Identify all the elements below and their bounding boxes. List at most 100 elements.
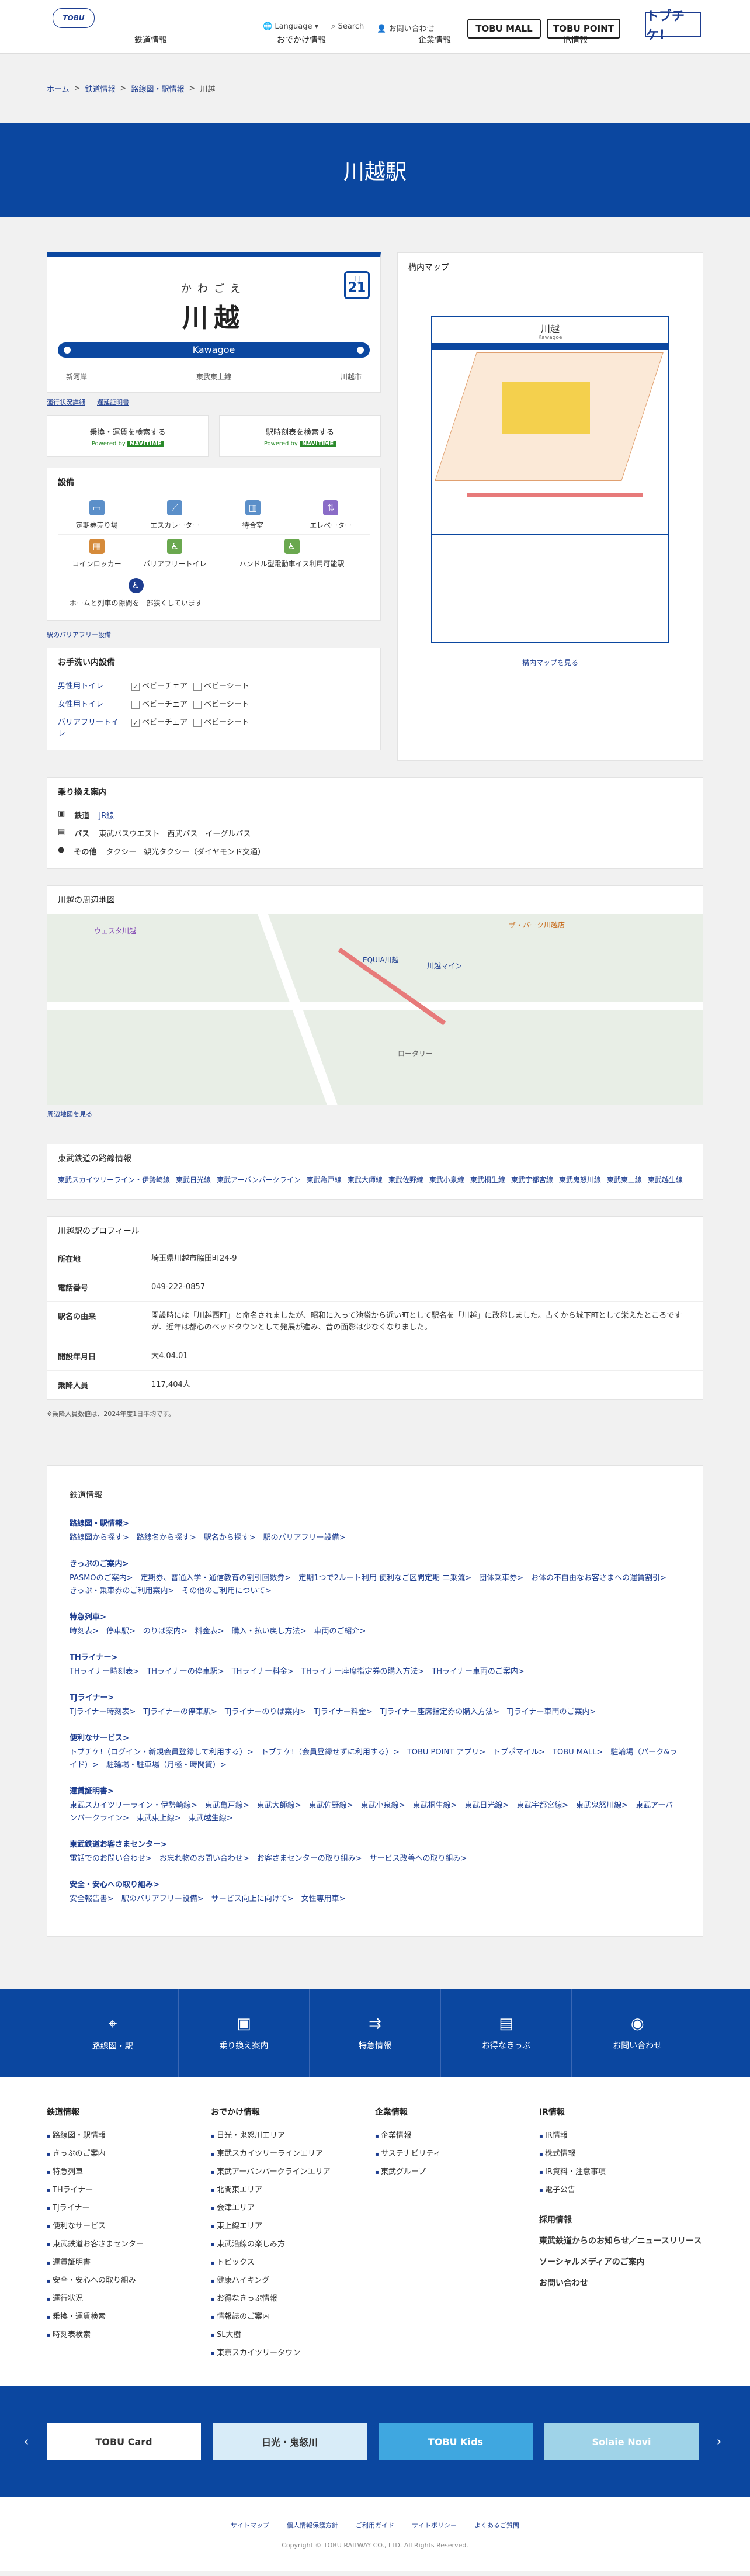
footer-link[interactable]: 東武アーバンパークラインエリア	[211, 2163, 375, 2182]
footer-link[interactable]: 東武スカイツリーラインエリア	[211, 2145, 375, 2163]
sitemap-group-heading[interactable]: THライナー>	[70, 1651, 680, 1662]
sitemap-group-links[interactable]: THライナー時刻表> THライナーの停車駅> THライナー料金> THライナー座…	[70, 1666, 680, 1678]
sitemap-group-heading[interactable]: 東武鉄道お客さまセンター>	[70, 1838, 680, 1849]
footer-link[interactable]: 東武グループ	[375, 2163, 539, 2182]
footer-link[interactable]: 便利なサービス	[47, 2218, 211, 2236]
quick-nav-express[interactable]: ⇉ 特急情報	[309, 1989, 440, 2077]
footer-link[interactable]: 株式情報	[539, 2145, 703, 2163]
footer-link[interactable]: 乗換・運賃検索	[47, 2308, 211, 2326]
sitemap-group-links[interactable]: 時刻表> 停車駅> のりば案内> 料金表> 購入・払い戻し方法> 車両のご紹介>	[70, 1625, 680, 1638]
route-search-button[interactable]: 乗換・運賃を検索する Powered by NAVITIME	[47, 415, 209, 457]
footer-link[interactable]: 路線図・駅情報	[47, 2127, 211, 2145]
footer-link[interactable]: 時刻表検索	[47, 2326, 211, 2345]
footer-link[interactable]: 運賃証明書	[47, 2254, 211, 2272]
contact-link[interactable]: 👤 お問い合わせ	[377, 22, 434, 33]
footer-faq[interactable]: よくあるご質問	[474, 2520, 519, 2530]
banner-tobu-kids[interactable]: TOBU Kids	[379, 2423, 533, 2460]
station-yard-map[interactable]: 川越 Kawagoe	[431, 316, 669, 643]
operation-status-link[interactable]: 運行状況詳細	[47, 397, 85, 407]
route-line-link[interactable]: 東武大師線	[348, 1176, 383, 1184]
banner-nikko[interactable]: 日光・鬼怒川	[213, 2423, 367, 2460]
tobu-point-button[interactable]: TOBU POINT	[547, 19, 620, 39]
route-line-link[interactable]: 東武東上線	[607, 1176, 642, 1184]
language-selector[interactable]: 🌐 Language ▾	[263, 22, 318, 33]
route-line-link[interactable]: 東武越生線	[648, 1176, 683, 1184]
carousel-prev-icon[interactable]: ‹	[18, 2435, 35, 2449]
nav-corporate[interactable]: 企業情報	[418, 34, 451, 46]
footer-link[interactable]: 会津エリア	[211, 2200, 375, 2218]
banner-tobu-card[interactable]: TOBU Card	[47, 2423, 201, 2460]
footer-column-heading[interactable]: 企業情報	[375, 2106, 539, 2118]
route-line-link[interactable]: 東武スカイツリーライン・伊勢崎線	[58, 1176, 170, 1184]
footer-feature-link[interactable]: 東武鉄道からのお知らせ／ニュースリリース	[539, 2235, 703, 2248]
taxi-links[interactable]: タクシー 観光タクシー（ダイヤモンド交通）	[106, 846, 265, 857]
quick-nav-transfer[interactable]: ▣ 乗り換え案内	[178, 1989, 310, 2077]
route-line-link[interactable]: 東武日光線	[176, 1176, 211, 1184]
nav-outing[interactable]: おでかけ情報	[277, 34, 326, 46]
sitemap-group-heading[interactable]: きっぷのご案内>	[70, 1557, 680, 1569]
carousel-next-icon[interactable]: ›	[710, 2435, 728, 2449]
footer-link[interactable]: 情報誌のご案内	[211, 2308, 375, 2326]
quick-nav-contact[interactable]: ◉ お問い合わせ	[571, 1989, 703, 2077]
route-line-link[interactable]: 東武アーバンパークライン	[217, 1176, 301, 1184]
search-link[interactable]: ⌕ Search	[331, 22, 364, 33]
sitemap-group-links[interactable]: 東武スカイツリーライン・伊勢崎線> 東武亀戸線> 東武大師線> 東武佐野線> 東…	[70, 1799, 680, 1825]
delay-certificate-link[interactable]: 遅延証明書	[97, 397, 129, 407]
footer-privacy[interactable]: 個人情報保護方針	[287, 2520, 338, 2530]
footer-link[interactable]: IR資料・注意事項	[539, 2163, 703, 2182]
footer-link[interactable]: 特急列車	[47, 2163, 211, 2182]
footer-link[interactable]: トピックス	[211, 2254, 375, 2272]
tobu-logo[interactable]: TOBU	[53, 8, 95, 28]
sitemap-group-links[interactable]: 路線図から探す> 路線名から探す> 駅名から探す> 駅のバリアフリー設備>	[70, 1532, 680, 1545]
breadcrumb-stations[interactable]: 路線図・駅情報	[131, 83, 184, 94]
sitemap-group-links[interactable]: 電話でのお問い合わせ> お忘れ物のお問い合わせ> お客さまセンターの取り組み> …	[70, 1853, 680, 1865]
footer-link[interactable]: 東上線エリア	[211, 2218, 375, 2236]
barrier-free-link[interactable]: 駅のバリアフリー設備	[47, 630, 111, 639]
footer-link[interactable]: 運行状況	[47, 2290, 211, 2308]
footer-link[interactable]: 安全・安心への取り組み	[47, 2272, 211, 2290]
footer-link[interactable]: SL大樹	[211, 2326, 375, 2345]
footer-column-heading[interactable]: IR情報	[539, 2106, 703, 2118]
footer-link[interactable]: 電子公告	[539, 2182, 703, 2200]
tobuchike-button[interactable]: トブチケ!	[645, 9, 701, 43]
sitemap-group-links[interactable]: 安全報告書> 駅のバリアフリー設備> サービス向上に向けて> 女性専用車>	[70, 1893, 680, 1906]
route-line-link[interactable]: 東武鬼怒川線	[559, 1176, 601, 1184]
footer-feature-link[interactable]: 採用情報	[539, 2214, 703, 2227]
footer-column-heading[interactable]: 鉄道情報	[47, 2106, 211, 2118]
quick-nav-tickets[interactable]: ▤ お得なきっぷ	[440, 1989, 572, 2077]
nav-railway[interactable]: 鉄道情報	[134, 34, 167, 46]
footer-link[interactable]: きっぷのご案内	[47, 2145, 211, 2163]
footer-column-heading[interactable]: おでかけ情報	[211, 2106, 375, 2118]
sitemap-group-heading[interactable]: 路線図・駅情報>	[70, 1517, 680, 1528]
footer-feature-link[interactable]: お問い合わせ	[539, 2277, 703, 2290]
footer-link[interactable]: 企業情報	[375, 2127, 539, 2145]
footer-link[interactable]: 東武鉄道お客さまセンター	[47, 2236, 211, 2254]
next-station-link[interactable]: 川越市	[341, 372, 362, 382]
quick-nav-stations[interactable]: ⌖ 路線図・駅	[47, 1989, 178, 2077]
bus-links[interactable]: 東武バスウエスト 西武バス イーグルバス	[99, 827, 251, 839]
sitemap-group-links[interactable]: トブチケ!（ログイン・新規会員登録して利用する）> トブチケ!（会員登録せずに利…	[70, 1746, 680, 1772]
footer-link[interactable]: 東武沿線の楽しみ方	[211, 2236, 375, 2254]
footer-link[interactable]: 東京スカイツリータウン	[211, 2345, 375, 2363]
footer-link[interactable]: TJライナー	[47, 2200, 211, 2218]
footer-guide[interactable]: ご利用ガイド	[356, 2520, 394, 2530]
footer-feature-link[interactable]: ソーシャルメディアのご案内	[539, 2256, 703, 2269]
sitemap-group-heading[interactable]: TJライナー>	[70, 1691, 680, 1702]
footer-link[interactable]: THライナー	[47, 2182, 211, 2200]
footer-link[interactable]: IR情報	[539, 2127, 703, 2145]
banner-solaie[interactable]: Solaie Novi	[544, 2423, 699, 2460]
route-line-link[interactable]: 東武桐生線	[470, 1176, 505, 1184]
footer-sitemap[interactable]: サイトマップ	[231, 2520, 269, 2530]
sitemap-group-links[interactable]: PASMOのご案内> 定期券、普通入学・通信教育の割引回数券> 定期1つで2ルー…	[70, 1572, 680, 1598]
route-line-link[interactable]: 東武小泉線	[429, 1176, 464, 1184]
jr-line-link[interactable]: JR線	[99, 809, 114, 820]
route-line-link[interactable]: 東武亀戸線	[307, 1176, 342, 1184]
footer-link[interactable]: 北関東エリア	[211, 2182, 375, 2200]
nearby-map[interactable]: ウェスタ川越 EQUIA川越 川越マイン ザ・パーク川越店 ロータリー	[47, 914, 703, 1105]
route-line-link[interactable]: 東武宇都宮線	[511, 1176, 553, 1184]
nearby-map-link[interactable]: 周辺地図を見る	[47, 1109, 92, 1119]
sitemap-group-links[interactable]: TJライナー時刻表> TJライナーの停車駅> TJライナーのりば案内> TJライ…	[70, 1706, 680, 1719]
route-line-link[interactable]: 東武佐野線	[388, 1176, 423, 1184]
footer-link[interactable]: お得なきっぷ情報	[211, 2290, 375, 2308]
sitemap-group-heading[interactable]: 安全・安心への取り組み>	[70, 1878, 680, 1889]
